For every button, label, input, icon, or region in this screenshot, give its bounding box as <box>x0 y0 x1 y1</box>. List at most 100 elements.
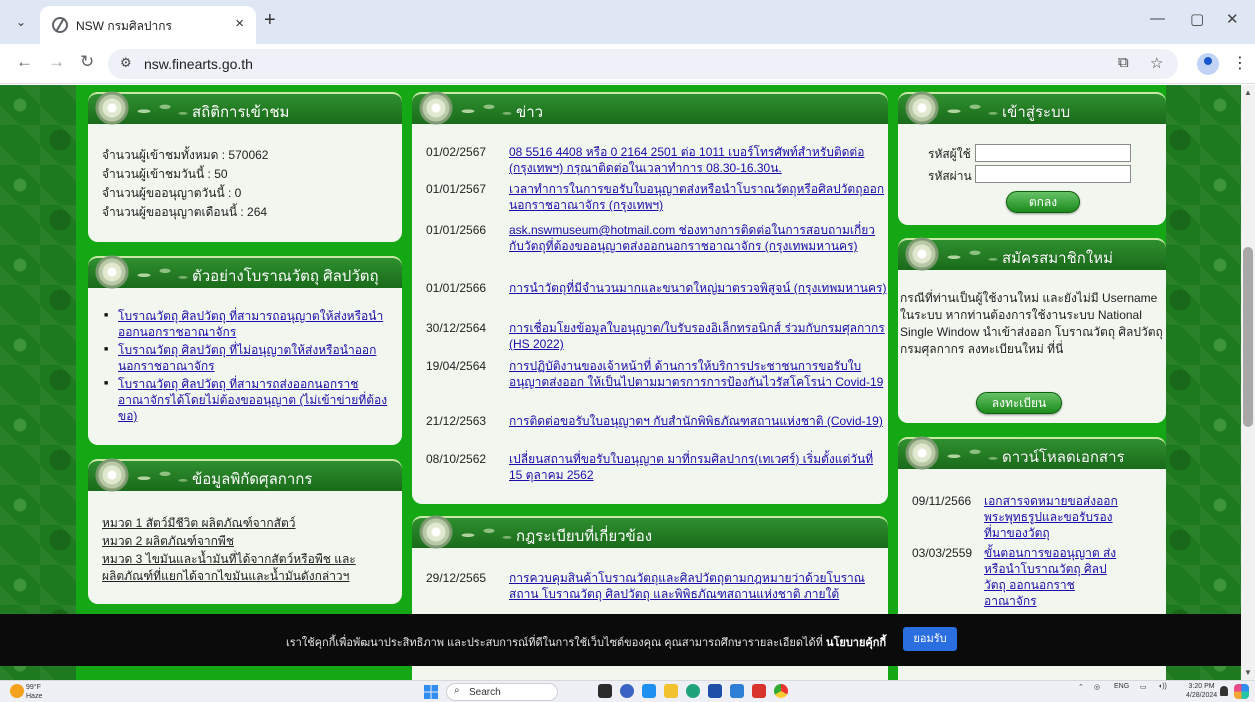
register-button[interactable]: ลงทะเบียน <box>976 392 1062 414</box>
cookie-accept-button[interactable]: ยอมรับ <box>903 627 957 651</box>
windows-start-icon[interactable] <box>424 685 438 699</box>
scroll-up-icon[interactable]: ▲ <box>1244 88 1252 97</box>
news-date: 30/12/2564 <box>426 321 487 335</box>
clock[interactable]: 3:20 PM 4/28/2024 <box>1186 682 1217 700</box>
panel-title: ข้อมูลพิกัดศุลกากร <box>192 471 313 488</box>
scroll-thumb[interactable] <box>1243 247 1253 427</box>
taskbar-search-label: Search <box>469 687 501 698</box>
news-link[interactable]: เปลี่ยนสถานที่ขอรับใบอนุญาต มาที่กรมศิลป… <box>509 451 889 483</box>
panel-title: ดาวน์โหลดเอกสาร <box>1002 449 1125 466</box>
chrome-icon[interactable] <box>774 684 788 698</box>
download-date: 03/03/2559 <box>912 546 973 560</box>
acrobat-icon[interactable] <box>752 684 766 698</box>
cookie-policy-link[interactable]: นโยบายคุ้กกี้ <box>826 637 886 649</box>
password-label: รหัสผ่าน <box>928 169 972 183</box>
restore-icon[interactable]: ▢ <box>1190 10 1204 28</box>
tariff-link-1[interactable]: หมวด 1 สัตว์มีชีวิต ผลิตภัณฑ์จากสัตว์ <box>102 515 392 532</box>
leaf-ornament-icon <box>132 98 192 120</box>
back-icon[interactable]: ← <box>16 52 33 72</box>
example-link-allowed[interactable]: โบราณวัตถุ ศิลปวัตถุ ที่สามารถอนุญาตให้ส… <box>118 309 383 339</box>
panel-title: ตัวอย่างโบราณวัตถุ ศิลปวัตถุ <box>192 268 379 285</box>
weather-icon[interactable] <box>10 684 24 698</box>
tray-chevron-icon[interactable]: ⌃ <box>1078 683 1084 691</box>
close-window-icon[interactable]: ✕ <box>1226 10 1239 28</box>
edge-icon[interactable] <box>686 684 700 698</box>
panel-header: ข่าว <box>412 88 888 128</box>
news-link[interactable]: การติดต่อขอรับใบอนุญาตฯ กับสำนักพิพิธภัณ… <box>509 413 889 429</box>
taskbar-search[interactable]: ⌕ Search <box>446 683 558 701</box>
stat-total-visitors: จำนวนผู้เข้าชมทั้งหมด : 570062 <box>102 148 269 162</box>
download-link[interactable]: เอกสารจดหมายขอส่งออกพระพุทธรูปและขอรับรอ… <box>984 493 1124 541</box>
task-view-icon[interactable] <box>598 684 612 698</box>
examples-panel: ตัวอย่างโบราณวัตถุ ศิลปวัตถุ โบราณวัตถุ … <box>88 252 402 445</box>
download-link[interactable]: ขั้นตอนการขออนุญาต ส่งหรือนำโบราณวัตถุ ศ… <box>984 545 1124 609</box>
news-link[interactable]: เวลาทำการในการขอรับใบอนุญาตส่งหรือนำโบรา… <box>509 181 889 213</box>
list-item: โบราณวัตถุ ศิลปวัตถุ ที่สามารถส่งออกนอกร… <box>102 376 392 424</box>
profile-avatar-icon[interactable] <box>1197 53 1219 75</box>
weather-widget[interactable]: 99°F Haze <box>26 683 42 701</box>
example-link-forbidden[interactable]: โบราณวัตถุ ศิลปวัตถุ ที่ไม่อนุญาตให้ส่งห… <box>118 343 376 373</box>
news-date: 01/01/2567 <box>426 182 487 196</box>
browser-tab[interactable]: NSW กรมศิลปากร × <box>40 6 256 44</box>
news-link[interactable]: 08 5516 4408 หรือ 0 2164 2501 ต่อ 1011 เ… <box>509 144 889 176</box>
panel-title: กฎระเบียบที่เกี่ยวข้อง <box>516 528 653 545</box>
leaf-ornament-icon <box>132 465 192 487</box>
cookie-banner: เราใช้คุกกี้เพื่อพัฒนาประสิทธิภาพ และประ… <box>0 614 1241 666</box>
list-item: โบราณวัตถุ ศิลปวัตถุ ที่สามารถอนุญาตให้ส… <box>102 308 392 340</box>
panel-title: เข้าสู่ระบบ <box>1002 104 1071 121</box>
tab-search-chevron-icon[interactable]: ⌄ <box>8 10 34 34</box>
copilot-icon[interactable] <box>1234 684 1249 699</box>
reload-icon[interactable]: ↻ <box>80 52 94 72</box>
download-date: 09/11/2566 <box>912 494 972 508</box>
password-input[interactable] <box>975 165 1131 183</box>
panel-header: เข้าสู่ระบบ <box>898 88 1166 128</box>
login-panel: เข้าสู่ระบบ รหัสผู้ใช้ รหัสผ่าน ตกลง <box>898 88 1166 225</box>
panel-header: ข้อมูลพิกัดศุลกากร <box>88 455 402 495</box>
news-link[interactable]: การเชื่อมโยงข้อมูลใบอนุญาต/ใบรับรองอิเล็… <box>509 320 889 352</box>
news-date: 21/12/2563 <box>426 414 487 428</box>
bookmark-star-icon[interactable]: ☆ <box>1150 54 1163 72</box>
example-link-exempt[interactable]: โบราณวัตถุ ศิลปวัตถุ ที่สามารถส่งออกนอกร… <box>118 377 387 423</box>
kebab-menu-icon[interactable]: ⋮ <box>1232 53 1248 73</box>
news-link[interactable]: การนำวัตถุที่มีจำนวนมากและขนาดใหญ่มาตรวจ… <box>509 280 889 296</box>
store-icon[interactable] <box>708 684 722 698</box>
regulation-link[interactable]: การควบคุมสินค้าโบราณวัตถุและศิลปวัตถุตาม… <box>509 570 889 602</box>
news-date: 01/01/2566 <box>426 223 487 237</box>
news-link[interactable]: การปฏิบัติงานของเจ้าหน้าที่ ด้านการให้บร… <box>509 358 889 390</box>
new-tab-button[interactable]: + <box>264 9 276 32</box>
chat-icon[interactable] <box>620 684 634 698</box>
minimize-icon[interactable]: — <box>1150 10 1165 27</box>
mail-icon[interactable] <box>730 684 744 698</box>
leaf-ornament-icon <box>456 522 516 544</box>
stat-visitors-today: จำนวนผู้เข้าชมวันนี้ : 50 <box>102 167 228 181</box>
display-icon[interactable]: ▭ <box>1140 683 1147 691</box>
language-indicator[interactable]: ENG <box>1114 683 1129 690</box>
vertical-scrollbar[interactable]: ▲ ▼ <box>1241 85 1255 680</box>
login-submit-button[interactable]: ตกลง <box>1006 191 1080 213</box>
address-bar[interactable]: ⚙ nsw.finearts.go.th ⧉ ☆ <box>108 49 1178 79</box>
network-icon[interactable]: ◎ <box>1094 683 1100 691</box>
forward-icon[interactable]: → <box>48 52 65 72</box>
file-explorer-icon[interactable] <box>664 684 678 698</box>
search-icon: ⌕ <box>454 685 460 696</box>
ornament-icon <box>902 234 942 274</box>
scroll-down-icon[interactable]: ▼ <box>1244 668 1252 677</box>
notification-bell-icon[interactable] <box>1220 686 1228 696</box>
widgets-icon[interactable] <box>642 684 656 698</box>
volume-icon[interactable]: ◖)) <box>1158 683 1167 690</box>
ornament-icon <box>902 433 942 473</box>
close-tab-icon[interactable]: × <box>235 15 244 32</box>
translate-icon[interactable]: ⧉ <box>1118 54 1129 71</box>
panel-header: สถิติการเข้าชม <box>88 88 402 128</box>
ornament-icon <box>92 455 132 495</box>
panel-title: สมัครสมาชิกใหม่ <box>1002 250 1113 267</box>
site-info-icon[interactable]: ⚙ <box>120 55 132 71</box>
clock-date: 4/28/2024 <box>1186 692 1218 699</box>
username-input[interactable] <box>975 144 1131 162</box>
globe-icon <box>52 17 68 33</box>
taskbar: 99°F Haze ⌕ Search ⌃ ◎ ENG ▭ ◖)) 3:20 PM 4… <box>0 680 1255 702</box>
panel-header: ตัวอย่างโบราณวัตถุ ศิลปวัตถุ <box>88 252 402 292</box>
tariff-link-3[interactable]: หมวด 3 ไขมันและน้ำมันที่ได้จากสัตว์หรือพ… <box>102 551 392 585</box>
news-link[interactable]: ask.nswmuseum@hotmail.com ช่องทางการติดต… <box>509 222 889 254</box>
tariff-link-2[interactable]: หมวด 2 ผลิตภัณฑ์จากพืช <box>102 533 392 550</box>
